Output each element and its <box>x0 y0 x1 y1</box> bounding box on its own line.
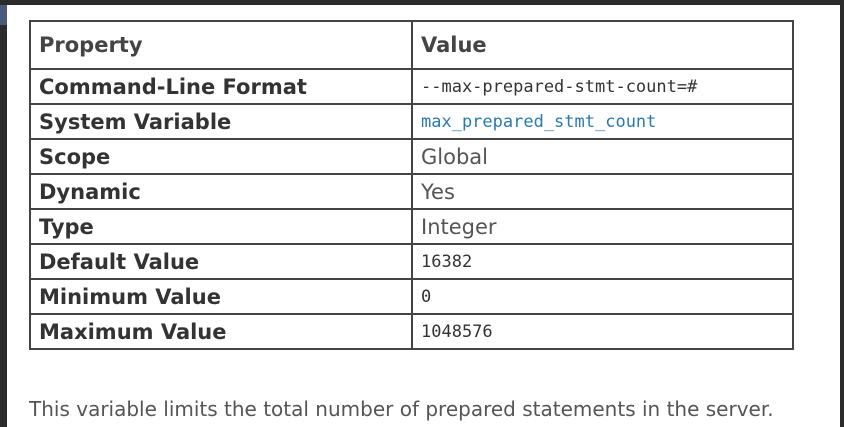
table-row: System Variable max_prepared_stmt_count <box>29 103 794 140</box>
column-header-property: Property <box>29 20 413 70</box>
window-frame-right <box>840 0 844 427</box>
table-row: Scope Global <box>29 138 794 175</box>
system-variable-link[interactable]: max_prepared_stmt_count <box>421 112 656 132</box>
property-name: Dynamic <box>29 173 413 210</box>
property-name: Minimum Value <box>29 278 413 315</box>
property-value-dynamic: Yes <box>411 173 794 210</box>
property-value-cell: max_prepared_stmt_count <box>411 103 794 140</box>
system-variable-properties-table: Property Value Command-Line Format --max… <box>29 20 794 350</box>
table-row: Maximum Value 1048576 <box>29 313 794 350</box>
property-value-minimum: 0 <box>411 278 794 315</box>
table-row: Default Value 16382 <box>29 243 794 280</box>
window-frame-top <box>0 0 844 5</box>
property-name: Type <box>29 208 413 245</box>
property-value-maximum: 1048576 <box>411 313 794 350</box>
table-row: Type Integer <box>29 208 794 245</box>
property-name: System Variable <box>29 103 413 140</box>
table-row: Command-Line Format --max-prepared-stmt-… <box>29 68 794 105</box>
column-header-value: Value <box>411 20 794 70</box>
property-value-default: 16382 <box>411 243 794 280</box>
table-header-row: Property Value <box>29 20 794 70</box>
property-value-command-line-format: --max-prepared-stmt-count=# <box>411 68 794 105</box>
property-value-type: Integer <box>411 208 794 245</box>
table-row: Minimum Value 0 <box>29 278 794 315</box>
property-value-scope: Global <box>411 138 794 175</box>
window-frame-left <box>0 0 7 427</box>
property-name: Scope <box>29 138 413 175</box>
property-name: Default Value <box>29 243 413 280</box>
property-name: Maximum Value <box>29 313 413 350</box>
window-frame-corner <box>0 5 7 25</box>
variable-description: This variable limits the total number of… <box>29 397 774 421</box>
property-name: Command-Line Format <box>29 68 413 105</box>
table-row: Dynamic Yes <box>29 173 794 210</box>
